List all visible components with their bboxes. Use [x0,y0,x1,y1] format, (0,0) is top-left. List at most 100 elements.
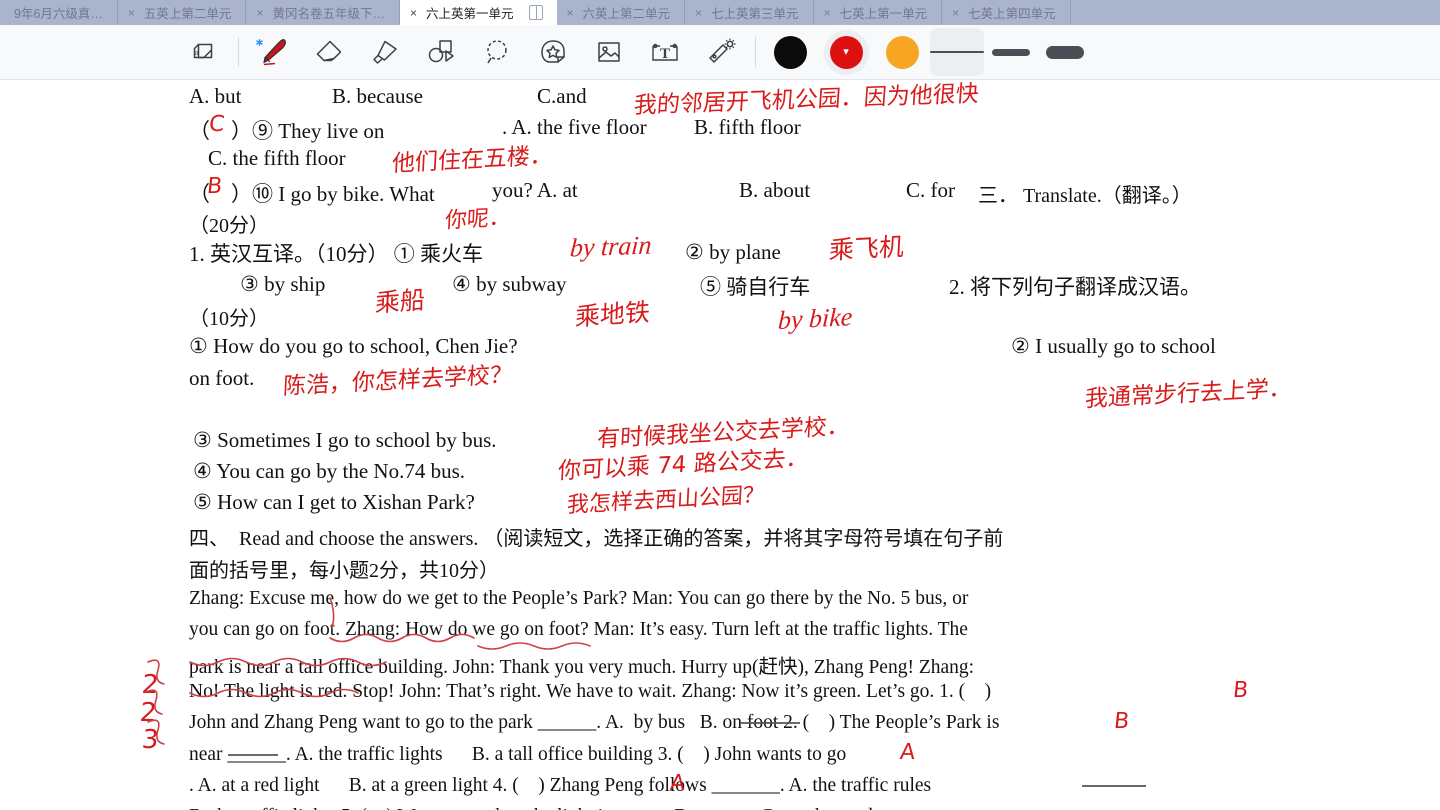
close-icon[interactable]: × [567,7,574,19]
doc-line: B. about [739,178,811,202]
weight-thick-bar [1046,45,1084,59]
tab-label: 五英上第二单元 [143,7,232,21]
handwritten-annotation: 乘船 [374,285,426,318]
tab-2[interactable]: × 黄冈名卷五年级下… [246,0,400,25]
tab-label: 9年6月六级真… [14,7,103,21]
doc-line: （20分） [189,215,269,237]
doc-line: . A. the five floor [502,115,647,139]
doc-line: ③ Sometimes I go to school by bus. [193,428,497,452]
handwritten-annotation: 陈浩，你怎样去学校？ [282,361,514,401]
doc-line: B. the traffic lights 5. ( ) We _____ wh… [189,806,897,810]
doc-line: ③ by ship [240,272,326,296]
doc-line: you? A. at [492,178,578,202]
close-icon[interactable]: × [256,7,263,19]
handwritten-annotation: 乘地铁 [574,297,651,332]
bluetooth-icon: ⁎ [256,32,263,48]
doc-line: ② by plane [685,240,781,264]
doc-line: C. the fifth floor [208,146,346,170]
close-icon[interactable]: × [410,7,417,19]
handwritten-annotation: A [898,740,917,765]
doc-line: ④ by subway [452,272,567,296]
page-select-icon[interactable]: a [176,28,232,76]
tab-bar[interactable]: 9年6月六级真… × 五英上第二单元 × 黄冈名卷五年级下… × 六上英第一单元 × 六英上第二… [0,0,1440,25]
textbox-icon[interactable]: T [637,28,693,76]
weight-thick[interactable] [1038,28,1092,76]
highlighter-icon[interactable] [357,28,413,76]
magic-wand-icon[interactable] [693,28,749,76]
doc-line: C. for [906,178,955,202]
close-icon[interactable]: × [695,7,702,19]
color-black-dot [773,35,807,69]
doc-line: 1. 英汉互译。（10分） ① 乘火车 [189,242,483,266]
doc-line: （ ）⑨ They live on [189,119,385,143]
pen-icon[interactable]: ⁎ [245,28,301,76]
weight-thin-bar [930,51,984,53]
handwritten-annotation: 你呢． [444,205,512,234]
tab-label: 七上英第三单元 [711,7,799,21]
tab-label: 七英上第四单元 [968,7,1056,21]
toolbar-divider-2 [755,37,756,67]
shapes-icon[interactable] [413,28,469,76]
doc-line: John and Zhang Peng want to go to the pa… [189,712,1000,733]
doc-line: ① How do you go to school, Chen Jie? [189,334,518,358]
handwritten-annotation: by train [569,230,653,263]
handwritten-annotation: 我的邻居开飞机公园．因为他很快 [632,80,980,120]
weight-medium-bar [992,48,1030,56]
svg-text:a: a [195,48,199,57]
weight-medium[interactable] [984,28,1038,76]
tab-label: 六上英第一单元 [425,7,514,21]
doc-line: B. because [332,84,423,108]
close-icon[interactable]: × [952,7,959,19]
color-black[interactable] [762,28,818,76]
sticker-icon[interactable] [525,28,581,76]
tab-0[interactable]: 9年6月六级真… [0,0,118,25]
doc-line: ② I usually go to school [1011,334,1216,358]
handwritten-annotation: by bike [777,301,854,336]
document-page[interactable]: A. but B. because C.and （ ）⑨ They live on . … [0,80,1440,810]
tab-1[interactable]: × 五英上第二单元 [117,0,247,25]
split-view-icon[interactable] [528,5,543,20]
handwritten-annotation: B [1112,709,1131,734]
handwritten-annotation: 有时候我坐公交去学校． [596,413,851,453]
color-red[interactable]: ▾ [818,28,874,76]
doc-line: you can go on foot. Zhang: How do we go … [189,619,968,640]
doc-line: A. but [189,84,242,108]
annotation-toolbar[interactable]: a ⁎ T ▾ [0,25,1440,80]
lasso-icon[interactable] [469,28,525,76]
doc-line: 面的括号里，每小题2分，共10分） [189,560,499,582]
color-amber[interactable] [874,28,930,76]
doc-line: No! The light is red. Stop! John: That’s… [189,681,992,702]
doc-line: （10分） [189,308,269,330]
tab-6[interactable]: × 七英上第一单元 [813,0,943,25]
handwritten-annotation: 2 [138,698,159,728]
handwritten-annotation: 我通常步行去上学． [1084,375,1293,413]
handwritten-annotation: 3 [140,725,161,755]
toolbar-divider-1 [238,37,239,67]
doc-line: （ ）⑩ I go by bike. What [189,182,435,206]
doc-line: 四、 Read and choose the answers. （阅读短文，选择… [189,528,1004,550]
chevron-down-icon: ▾ [843,46,849,59]
doc-line: ⑤ 骑自行车 [700,275,811,299]
weight-thin[interactable] [930,28,984,76]
close-icon[interactable]: × [824,7,831,19]
doc-line: ⑤ How can I get to Xishan Park? [193,490,475,514]
doc-line: near ______. A. the traffic lights B. a … [189,744,847,765]
image-icon[interactable] [581,28,637,76]
close-icon[interactable]: × [128,7,135,19]
doc-line: Zhang: Excuse me, how do we get to the P… [189,588,969,609]
tab-7[interactable]: × 七英上第四单元 [942,0,1071,25]
handwritten-annotation: 2 [140,670,161,700]
svg-text:T: T [660,46,670,62]
doc-line: . A. at a red light B. at a green light … [189,775,932,796]
handwritten-annotation: 我怎样去西山公园？ [566,482,766,519]
color-amber-dot [885,35,919,69]
tab-3[interactable]: × 六上英第一单元 [399,0,557,25]
tab-4[interactable]: × 六英上第二单元 [556,0,686,25]
color-red-dot: ▾ [829,35,863,69]
tab-5[interactable]: × 七上英第三单元 [685,0,814,25]
handwritten-annotation: 你可以乘 74 路公交去． [557,445,810,485]
eraser-icon[interactable] [301,28,357,76]
handwritten-annotation: B [1231,678,1250,703]
doc-line: B. fifth floor [694,115,801,139]
doc-line: park is near a tall office building. Joh… [189,657,975,678]
